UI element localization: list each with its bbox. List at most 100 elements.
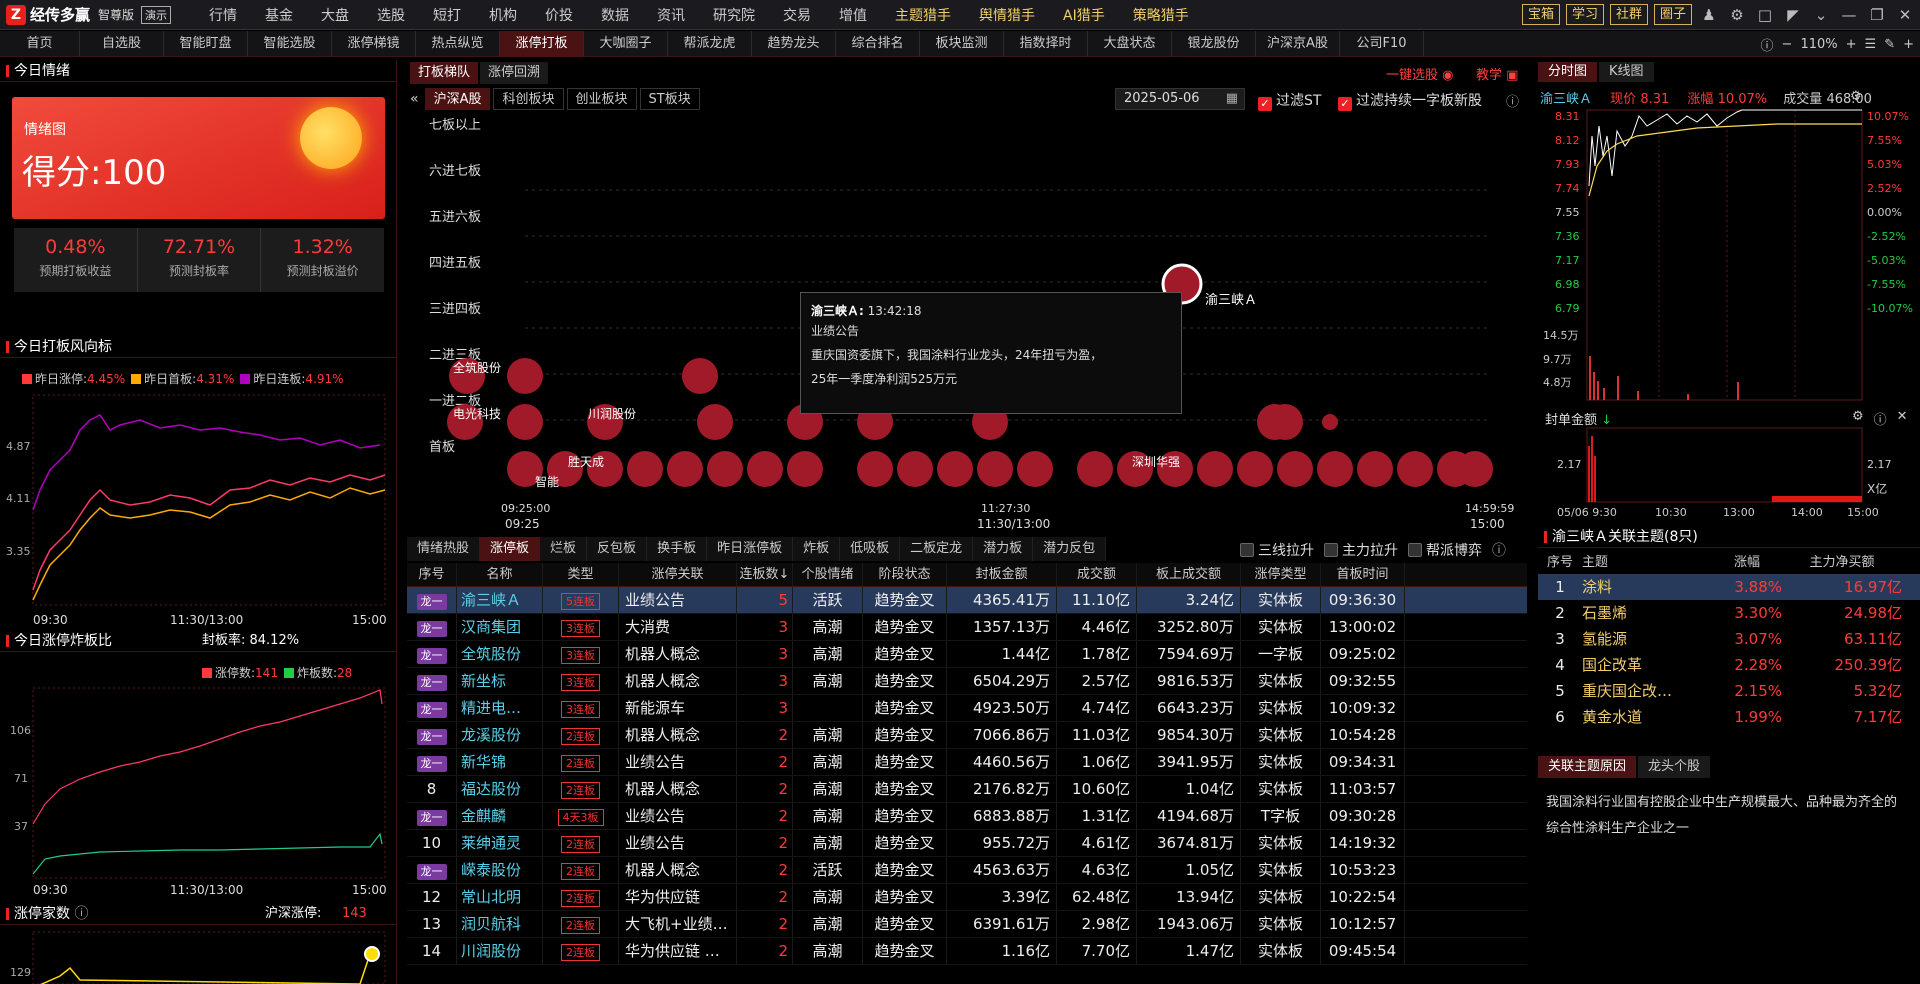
filter-gang[interactable]: 帮派博弈: [1408, 540, 1482, 560]
tab-9[interactable]: 趋势龙头: [752, 31, 836, 57]
menu-item[interactable]: 交易: [769, 5, 825, 25]
menu-item[interactable]: AI猎手: [1049, 5, 1119, 25]
tab-3[interactable]: 智能选股: [248, 31, 332, 57]
theme-row[interactable]: 6 黄金水道 1.99% 7.17亿: [1538, 704, 1920, 730]
tab-8[interactable]: 帮派龙虎: [668, 31, 752, 57]
help-icon[interactable]: ⓘ: [1506, 91, 1519, 110]
table-row[interactable]: 12 常山北明 2连板 华为供应链 2 高潮 趋势金叉 3.39亿 62.48亿 13.94亿 实体…: [407, 884, 1527, 911]
table-row[interactable]: 10 莱绅通灵 2连板 业绩公告 2 高潮 趋势金叉 955.72万 4.61亿 3674.81万…: [407, 830, 1527, 857]
close-icon[interactable]: ✕: [1894, 6, 1916, 24]
column-header[interactable]: 名称: [457, 563, 543, 586]
info-icon[interactable]: ⓘ: [1761, 35, 1774, 54]
subtab-shsz[interactable]: 沪深A股: [424, 88, 491, 110]
column-header[interactable]: 类型: [543, 563, 619, 586]
table-tab[interactable]: 潜力反包: [1033, 537, 1107, 561]
theme-row[interactable]: 2 石墨烯 3.30% 24.98亿: [1538, 600, 1920, 626]
gear-icon[interactable]: ⚙: [1726, 6, 1748, 24]
theme-row[interactable]: 3 氢能源 3.07% 63.11亿: [1538, 626, 1920, 652]
chevron-down-icon[interactable]: ⌄: [1810, 6, 1832, 24]
menu-item[interactable]: 数据: [587, 5, 643, 25]
column-header[interactable]: 主力净买额: [1782, 552, 1902, 574]
user-icon[interactable]: ♟: [1698, 6, 1720, 24]
tab-1[interactable]: 自选股: [80, 31, 164, 57]
column-header[interactable]: 序号: [1538, 552, 1582, 574]
tab-intraday[interactable]: 分时图: [1538, 62, 1598, 82]
menu-item[interactable]: 机构: [475, 5, 531, 25]
tab-11[interactable]: 板块监测: [920, 31, 1004, 57]
column-header[interactable]: 涨幅: [1712, 552, 1782, 574]
add-tab-icon[interactable]: +: [1903, 37, 1914, 52]
zoom-out-icon[interactable]: −: [1782, 37, 1793, 52]
subtab-gem[interactable]: 创业板块: [566, 88, 637, 110]
column-header[interactable]: 涨停关联: [619, 563, 737, 586]
column-header[interactable]: 涨停类型: [1241, 563, 1321, 586]
column-header[interactable]: 主题: [1582, 552, 1712, 574]
subtab-star[interactable]: 科创板块: [493, 88, 564, 110]
tab-16[interactable]: 公司F10: [1340, 31, 1424, 57]
restore-icon[interactable]: ❐: [1866, 6, 1888, 24]
column-header[interactable]: 成交额: [1057, 563, 1137, 586]
filter-new-stock[interactable]: ✓ 过滤持续一字板新股: [1338, 90, 1482, 111]
treasure-button[interactable]: 宝箱: [1521, 4, 1560, 25]
menu-item[interactable]: 大盘: [307, 5, 363, 25]
table-row[interactable]: 龙一 金麒麟 4天3板 业绩公告 2 高潮 趋势金叉 6883.88万 1.31亿 4194.68…: [407, 803, 1527, 830]
tab-4[interactable]: 涨停梯镜: [332, 31, 416, 57]
tab-7[interactable]: 大咖圈子: [584, 31, 668, 57]
help-icon[interactable]: ⓘ: [74, 906, 88, 922]
column-header[interactable]: 个股情绪: [793, 563, 863, 586]
table-tab[interactable]: 涨停板: [480, 537, 541, 561]
menu-item[interactable]: 策略猎手: [1119, 5, 1203, 25]
tab-14[interactable]: 银龙股份: [1172, 31, 1256, 57]
table-tab[interactable]: 炸板: [793, 537, 841, 561]
table-tab[interactable]: 反包板: [587, 537, 648, 561]
table-tab[interactable]: 二板定龙: [900, 537, 974, 561]
menu-item[interactable]: 研究院: [699, 5, 769, 25]
column-header[interactable]: 封板金额: [947, 563, 1057, 586]
tab-12[interactable]: 指数择时: [1004, 31, 1088, 57]
table-tab[interactable]: 烂板: [540, 537, 588, 561]
menu-item[interactable]: 价投: [531, 5, 587, 25]
tab-5[interactable]: 热点纵览: [416, 31, 500, 57]
menu-item[interactable]: 增值: [825, 5, 881, 25]
menu-item[interactable]: 基金: [251, 5, 307, 25]
table-tab[interactable]: 情绪热股: [407, 537, 481, 561]
menu-item[interactable]: 短打: [419, 5, 475, 25]
tab-backtrack[interactable]: 涨停回溯: [480, 62, 549, 84]
menu-icon[interactable]: ☰: [1865, 37, 1877, 52]
column-header[interactable]: 序号: [407, 563, 457, 586]
tab-theme-reason[interactable]: 关联主题原因: [1538, 756, 1637, 778]
theme-row[interactable]: 5 重庆国企改… 2.15% 5.32亿: [1538, 678, 1920, 704]
window-icon[interactable]: □: [1754, 6, 1776, 24]
table-row[interactable]: 8 福达股份 2连板 机器人概念 2 高潮 趋势金叉 2176.82万 10.60亿 1.04亿 实…: [407, 776, 1527, 803]
menu-item[interactable]: 资讯: [643, 5, 699, 25]
tab-leader-stocks[interactable]: 龙头个股: [1638, 756, 1711, 778]
tab-2[interactable]: 智能盯盘: [164, 31, 248, 57]
zoom-in-icon[interactable]: +: [1846, 37, 1857, 52]
skin-icon[interactable]: ◤: [1782, 6, 1804, 24]
table-row[interactable]: 龙一 精进电… 3连板 新能源车 3 趋势金叉 4923.50万 4.74亿 6643.23万 实…: [407, 695, 1527, 722]
menu-item[interactable]: 舆情猎手: [965, 5, 1049, 25]
menu-item[interactable]: 主题猎手: [881, 5, 965, 25]
filter-st[interactable]: ✓ 过滤ST: [1258, 90, 1321, 111]
community-button[interactable]: 社群: [1609, 4, 1648, 25]
gear-icon[interactable]: ⚙: [1850, 89, 1862, 104]
table-tab[interactable]: 昨日涨停板: [707, 537, 794, 561]
table-row[interactable]: 龙一 新坐标 3连板 机器人概念 3 高潮 趋势金叉 6504.29万 2.57亿 9816.53…: [407, 668, 1527, 695]
learn-button[interactable]: 学习: [1565, 4, 1604, 25]
table-row[interactable]: 龙一 全筑股份 3连板 机器人概念 3 高潮 趋势金叉 1.44亿 1.78亿 7594.69万 一…: [407, 641, 1527, 668]
table-tab[interactable]: 潜力板: [973, 537, 1034, 561]
column-header[interactable]: 首板时间: [1321, 563, 1405, 586]
filter-three-line[interactable]: 三线拉升: [1240, 540, 1314, 560]
tab-ladder[interactable]: 打板梯队: [410, 62, 479, 84]
column-header[interactable]: 板上成交额: [1137, 563, 1241, 586]
table-row[interactable]: 14 川润股份 2连板 华为供应链 … 2 高潮 趋势金叉 1.16亿 7.70亿 1.47亿 实体…: [407, 938, 1527, 965]
subtab-st[interactable]: ST板块: [639, 88, 700, 110]
table-row[interactable]: 龙一 汉商集团 3连板 大消费 3 高潮 趋势金叉 1357.13万 4.46亿 3252.80万…: [407, 614, 1527, 641]
menu-item[interactable]: 行情: [195, 5, 251, 25]
tab-kline[interactable]: K线图: [1599, 62, 1654, 82]
table-row[interactable]: 龙一 新华锦 2连板 业绩公告 2 高潮 趋势金叉 4460.56万 1.06亿 3941.95万…: [407, 749, 1527, 776]
theme-row[interactable]: 4 国企改革 2.28% 250.39亿: [1538, 652, 1920, 678]
minimize-icon[interactable]: —: [1838, 6, 1860, 24]
help-icon[interactable]: ⓘ: [1492, 540, 1506, 560]
table-tab[interactable]: 换手板: [647, 537, 708, 561]
